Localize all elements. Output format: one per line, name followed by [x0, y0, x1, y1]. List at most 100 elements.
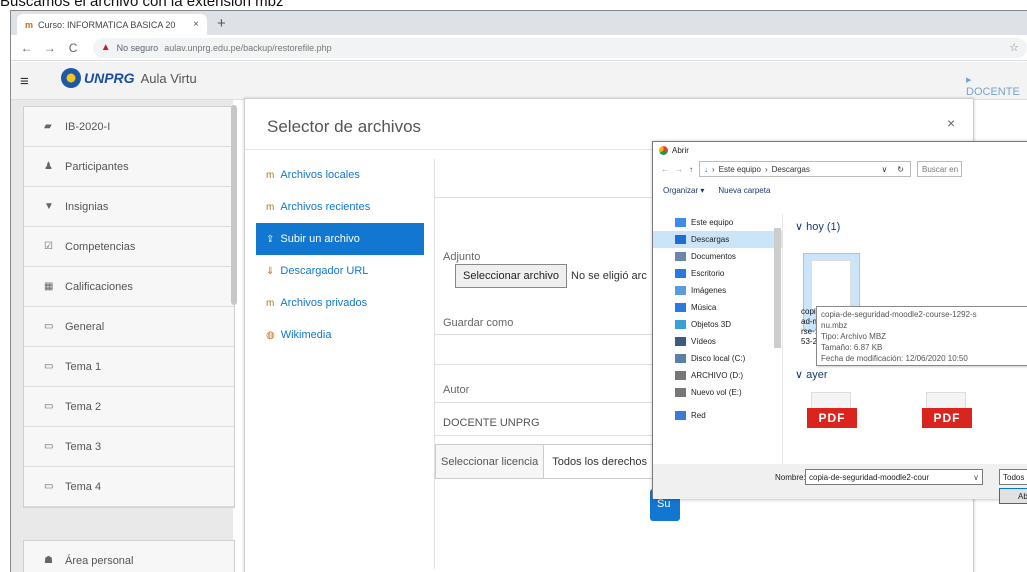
sidebar-item-tema-1[interactable]: ▭ Tema 1: [24, 347, 234, 387]
forward-icon[interactable]: →: [42, 41, 57, 55]
tree-item-videos[interactable]: Vídeos: [653, 333, 782, 350]
sidebar-item-icon: ☑: [44, 241, 53, 252]
tree-item-red[interactable]: Red: [653, 407, 782, 424]
tree-item-archivo-d[interactable]: ARCHIVO (D:): [653, 367, 782, 384]
up-icon[interactable]: ↑: [689, 165, 693, 174]
dialog-search-input[interactable]: Buscar en: [917, 161, 962, 177]
tooltip-line: Tamaño: 6.87 KB: [821, 343, 883, 352]
tree-item-nuevo-vol-e[interactable]: Nuevo vol (E:): [653, 384, 782, 401]
tree-item-este-equipo[interactable]: Este equipo: [653, 214, 782, 231]
dialog-titlebar: Abrir: [653, 142, 1027, 158]
file-type-select[interactable]: Todos lo: [999, 469, 1027, 485]
tree-item-imagenes[interactable]: Imágenes: [653, 282, 782, 299]
license-select[interactable]: Todos los derechos: [544, 444, 656, 479]
folder-icon: [675, 235, 686, 244]
new-folder-button[interactable]: Nueva carpeta: [718, 186, 770, 195]
repository-descargador-url[interactable]: ⇓ Descargador URL: [256, 255, 424, 287]
sidebar-item-participantes[interactable]: ♟ Participantes: [24, 147, 234, 187]
sidebar-item-insignias[interactable]: ▼ Insignias: [24, 187, 234, 227]
sidebar-item-competencias[interactable]: ☑ Competencias: [24, 227, 234, 267]
tooltip-line: nu.mbz: [821, 321, 848, 330]
sidebar-item-tema-4[interactable]: ▭ Tema 4: [24, 467, 234, 507]
sidebar: ▰ IB-2020-I ♟ Participantes ▼ Insignias ☑ Compe…: [11, 100, 235, 572]
chevron-down-icon[interactable]: ∨: [973, 473, 979, 482]
course-nav-list: ▰ IB-2020-I ♟ Participantes ▼ Insignias ☑ Compe…: [23, 106, 235, 508]
file-tooltip: copia-de-seguridad-moodle2-course-1292-s…: [816, 306, 1027, 366]
breadcrumb-downloads[interactable]: Descargas: [772, 165, 810, 174]
sidebar-scrollbar[interactable]: [231, 105, 237, 305]
browser-window: m Curso: INFORMATICA BASICA 20 × + ← → C…: [10, 10, 1027, 572]
tree-item-disco-local-c[interactable]: Disco local (C:): [653, 350, 782, 367]
breadcrumb-this-pc[interactable]: Este equipo: [719, 165, 761, 174]
tree-item-label: Nuevo vol (E:): [691, 388, 742, 397]
tree-item-label: Documentos: [691, 252, 736, 261]
repository-wikimedia[interactable]: ◍ Wikimedia: [256, 319, 424, 351]
sidebar-item-tema-3[interactable]: ▭ Tema 3: [24, 427, 234, 467]
repository-archivos-locales[interactable]: m Archivos locales: [256, 159, 424, 191]
repository-archivos-recientes[interactable]: m Archivos recientes: [256, 191, 424, 223]
bookmark-star-icon[interactable]: ☆: [1009, 41, 1019, 54]
menu-icon[interactable]: ≡: [20, 73, 29, 90]
tab-close-icon[interactable]: ×: [193, 19, 199, 30]
chevron-down-icon[interactable]: ∨: [881, 165, 887, 174]
path-separator: ›: [764, 164, 768, 174]
url-bar[interactable]: ▲ No seguro aulav.unprg.edu.pe/backup/re…: [92, 37, 1027, 58]
sidebar-item-label: Insignias: [65, 200, 109, 213]
sidebar-item-icon: ▭: [44, 441, 54, 452]
group-yesterday[interactable]: ∨ ayer: [795, 368, 828, 381]
choose-file-button[interactable]: Seleccionar archivo: [455, 264, 567, 288]
reload-icon[interactable]: C: [66, 41, 81, 55]
tooltip-line: Tipo: Archivo MBZ: [821, 332, 887, 341]
folder-icon: [675, 411, 686, 420]
file-input[interactable]: Seleccionar archivo No se eligió arc: [455, 264, 647, 288]
moodle-navbar: ≡ UNPRG Aula Virtu ▸ DOCENTE: [11, 62, 1027, 100]
back-icon[interactable]: ←: [661, 165, 669, 174]
logo-emblem-icon: [61, 68, 81, 88]
sidebar-item-area-personal[interactable]: ☗ Área personal: [24, 541, 234, 572]
tree-scrollbar[interactable]: [774, 228, 781, 348]
organize-button[interactable]: Organizar ▾: [663, 186, 704, 195]
sidebar-item-calificaciones[interactable]: ▦ Calificaciones: [24, 267, 234, 307]
path-breadcrumb[interactable]: ↓ › Este equipo › Descargas ∨ ↻: [699, 161, 911, 177]
sidebar-item-tema-2[interactable]: ▭ Tema 2: [24, 387, 234, 427]
file-name-label: Nombre:: [775, 473, 806, 482]
tree-item-label: ARCHIVO (D:): [691, 371, 743, 380]
repository-subir-un-archivo[interactable]: ⇪ Subir un archivo: [256, 223, 424, 255]
sidebar-item-label: Tema 4: [65, 480, 102, 493]
close-icon[interactable]: ×: [947, 115, 955, 131]
group-today[interactable]: ∨ hoy (1): [795, 220, 840, 233]
tree-item-documentos[interactable]: Documentos: [653, 248, 782, 265]
file-name-input[interactable]: copia-de-seguridad-moodle2-cour ∨: [805, 469, 983, 485]
repository-icon: ⇓: [266, 265, 275, 277]
pdf-file-item[interactable]: PDF: [807, 392, 857, 428]
repository-archivos-privados[interactable]: m Archivos privados: [256, 287, 424, 319]
sidebar-item-icon: ▭: [44, 321, 54, 332]
tree-item-descargas[interactable]: Descargas: [653, 231, 782, 248]
tree-item-label: Escritorio: [691, 269, 725, 278]
sidebar-item-general[interactable]: ▭ General: [24, 307, 234, 347]
back-icon[interactable]: ←: [19, 41, 34, 55]
author-field[interactable]: DOCENTE UNPRG: [443, 417, 540, 429]
site-logo[interactable]: UNPRG Aula Virtu: [61, 68, 197, 88]
folder-icon: [675, 269, 686, 278]
sidebar-item-icon: ▰: [44, 121, 52, 132]
repository-icon: ⇪: [266, 233, 275, 245]
refresh-icon[interactable]: ↻: [897, 165, 904, 174]
tree-item-escritorio[interactable]: Escritorio: [653, 265, 782, 282]
tooltip-line: Fecha de modificación: 12/06/2020 10:50: [821, 354, 968, 363]
tree-item-label: Este equipo: [691, 218, 734, 227]
open-button[interactable]: Ab: [999, 488, 1027, 504]
tree-item-musica[interactable]: Música: [653, 299, 782, 316]
pdf-file-item[interactable]: PDF: [922, 392, 972, 428]
folder-icon: [675, 218, 686, 227]
forward-icon[interactable]: →: [675, 165, 683, 174]
new-tab-button[interactable]: +: [217, 15, 226, 32]
browser-tab[interactable]: m Curso: INFORMATICA BASICA 20 ×: [17, 14, 207, 35]
moodle-favicon-icon: m: [25, 19, 34, 30]
sidebar-item-ib-2020-i[interactable]: ▰ IB-2020-I: [24, 107, 234, 147]
license-row: Seleccionar licencia Todos los derechos: [435, 444, 665, 479]
user-menu[interactable]: ▸ DOCENTE: [966, 73, 1027, 98]
sidebar-item-label: Calificaciones: [65, 280, 133, 293]
sidebar-item-icon: ☗: [44, 555, 53, 566]
tree-item-objetos-3d[interactable]: Objetos 3D: [653, 316, 782, 333]
